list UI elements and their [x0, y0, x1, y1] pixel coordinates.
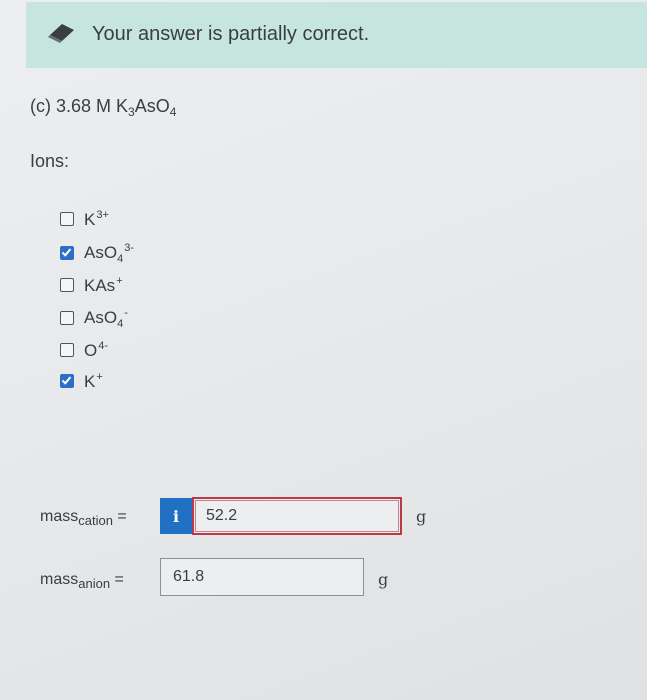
- info-button[interactable]: i: [160, 498, 192, 534]
- ion-label: O4-: [84, 339, 109, 360]
- checkbox[interactable]: [60, 311, 74, 325]
- mass-cation-label: masscation =: [40, 508, 127, 528]
- ion-label: KAs+: [84, 274, 123, 295]
- feedback-text: Your answer is partially correct.: [92, 23, 370, 45]
- checkmark-icon: [61, 248, 72, 257]
- ion-label: AsO43-: [84, 241, 134, 265]
- question-text: (c) 3.68 M K3AsO4: [30, 96, 177, 119]
- ion-option-kas-plus[interactable]: KAs+: [60, 274, 123, 296]
- checkbox-checked[interactable]: [60, 374, 74, 388]
- mass-anion-label: massanion =: [40, 571, 124, 591]
- ions-label: Ions:: [30, 151, 70, 171]
- mass-anion-unit: g: [378, 570, 389, 589]
- checkbox[interactable]: [60, 212, 74, 226]
- ion-label: K+: [84, 370, 103, 391]
- checkbox[interactable]: [60, 343, 74, 357]
- mass-anion-input[interactable]: 61.8: [160, 558, 364, 596]
- ion-option-k-plus[interactable]: K+: [60, 370, 103, 392]
- checkbox-checked[interactable]: [60, 246, 74, 260]
- ion-option-o4minus[interactable]: O4-: [60, 339, 108, 361]
- ion-label: AsO4-: [84, 306, 128, 330]
- ion-label: K3+: [84, 208, 109, 229]
- mass-cation-unit: g: [416, 507, 427, 526]
- ion-option-aso4-3minus[interactable]: AsO43-: [60, 241, 134, 265]
- pencil-eraser-icon: [48, 24, 74, 43]
- ion-option-aso4-minus[interactable]: AsO4-: [60, 306, 128, 330]
- feedback-banner: Your answer is partially correct.: [26, 2, 647, 68]
- ion-option-k3plus[interactable]: K3+: [60, 208, 109, 230]
- checkbox[interactable]: [60, 278, 74, 292]
- mass-cation-input[interactable]: 52.2: [192, 497, 402, 535]
- checkmark-icon: [61, 376, 72, 385]
